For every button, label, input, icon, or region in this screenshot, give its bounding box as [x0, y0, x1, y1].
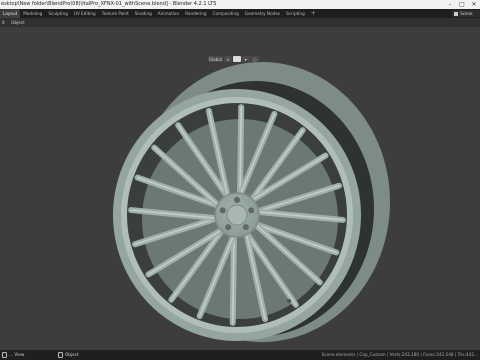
tab-animation[interactable]: Animation [155, 9, 182, 18]
tab-scripting[interactable]: Scripting [283, 9, 308, 18]
add-workspace-button[interactable]: + [308, 10, 319, 17]
mouse-right-icon [58, 352, 63, 358]
tab-sculpting[interactable]: Sculpting [45, 9, 71, 18]
orientation-dropdown[interactable]: Global [208, 56, 223, 62]
status-object-label: Object [65, 352, 79, 357]
mouse-icon [2, 352, 7, 358]
window-title: esktop\New folder\BlendPro(08)\ItalPro_X… [1, 1, 217, 7]
lug-hole [225, 224, 232, 231]
status-view-label: ... View [9, 352, 25, 357]
menu-edit[interactable]: it [2, 20, 5, 25]
window-titlebar: esktop\New folder\BlendPro(08)\ItalPro_X… [0, 0, 480, 9]
menu-object[interactable]: Object [11, 20, 25, 25]
statusbar: ... View Object Scene.elements | Cap_Cus… [0, 350, 480, 360]
scene-selector[interactable]: Scene [452, 10, 480, 17]
window-controls: – □ ✕ [444, 0, 480, 9]
snap-target-icon[interactable]: ▾ [241, 56, 250, 62]
scene-icon [454, 12, 458, 16]
scene-selector-label: Scene [460, 11, 473, 16]
lug-hole [248, 207, 255, 214]
tab-layout[interactable]: Layout [0, 9, 21, 18]
lug-hole [219, 207, 226, 214]
lug-hole [242, 224, 249, 231]
tab-shading[interactable]: Shading [132, 9, 155, 18]
wheel-model [113, 62, 390, 342]
orientation-label: Global [209, 56, 222, 62]
viewport-header: it Object [0, 18, 480, 27]
tab-compositing[interactable]: Compositing [210, 9, 242, 18]
tab-geometry-nodes[interactable]: Geometry Nodes [242, 9, 283, 18]
tab-modeling[interactable]: Modeling [20, 9, 45, 18]
wheel-center-cap [226, 204, 248, 226]
viewport-toolbar: Global ⊙ ▾ ○ [208, 55, 260, 63]
status-middle: Object [58, 350, 79, 360]
wheel-valve-hole [287, 299, 291, 303]
proportional-icon[interactable]: ○ [250, 56, 259, 62]
lug-hole [234, 197, 240, 203]
status-left: ... View [2, 350, 24, 360]
maximize-button[interactable]: □ [456, 0, 468, 9]
tab-uv-editing[interactable]: UV Editing [71, 9, 99, 18]
3d-viewport[interactable]: Global ⊙ ▾ ○ [0, 27, 480, 350]
workspace-tabbar: Layout Modeling Sculpting UV Editing Tex… [0, 9, 480, 18]
minimize-button[interactable]: – [444, 0, 456, 9]
snap-icon[interactable] [232, 56, 241, 62]
close-button[interactable]: ✕ [468, 0, 480, 9]
status-stats: Scene.elements | Cap_Custom | Verts:243,… [321, 352, 478, 357]
tab-texture-paint[interactable]: Texture Paint [99, 9, 132, 18]
tab-rendering[interactable]: Rendering [182, 9, 209, 18]
pivot-icon[interactable]: ⊙ [223, 56, 232, 62]
